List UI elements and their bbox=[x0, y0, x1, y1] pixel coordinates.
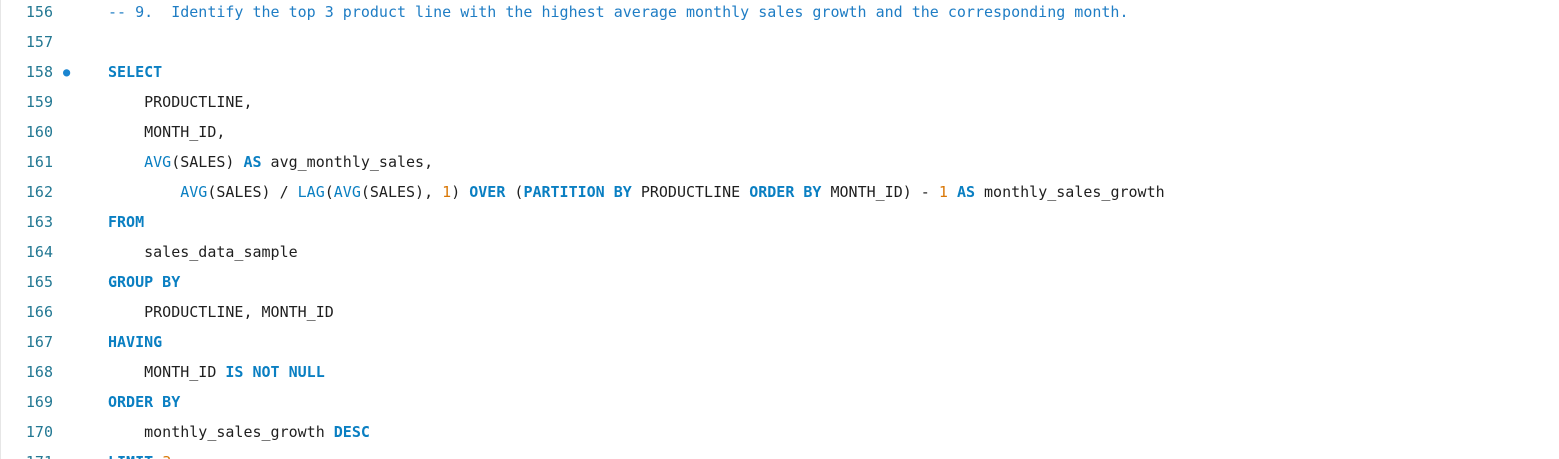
sql-text: PRODUCTLINE, bbox=[144, 93, 253, 111]
sql-text: PRODUCTLINE, MONTH_ID bbox=[144, 303, 334, 321]
sql-number: 3 bbox=[162, 453, 171, 459]
line-number: 159 bbox=[25, 93, 53, 111]
code-editor[interactable]: 156 -- 9. Identify the top 3 product line… bbox=[0, 0, 1559, 459]
line-code: LIMIT 3; bbox=[108, 447, 180, 459]
code-line[interactable]: 156 -- 9. Identify the top 3 product line… bbox=[1, 0, 1559, 27]
sql-keyword: ORDER BY bbox=[749, 183, 822, 201]
code-line[interactable]: 160 MONTH_ID, bbox=[1, 117, 1559, 147]
line-number: 171 bbox=[1, 447, 53, 459]
sql-keyword: IS NOT NULL bbox=[225, 363, 325, 381]
sql-keyword: SELECT bbox=[108, 63, 163, 81]
sql-keyword: DESC bbox=[333, 423, 370, 441]
sql-text: monthly_sales_growth bbox=[975, 183, 1165, 201]
line-code: FROM bbox=[108, 207, 144, 237]
code-line[interactable]: 164 sales_data_sample bbox=[1, 237, 1559, 267]
sql-number: 1 bbox=[442, 183, 452, 201]
sql-text: (SALES) bbox=[171, 153, 244, 171]
sql-text: ) bbox=[451, 183, 470, 201]
line-number: 162 bbox=[25, 183, 53, 201]
sql-text: ; bbox=[171, 453, 180, 459]
sql-text: monthly_sales_growth bbox=[144, 423, 334, 441]
line-code: SELECT bbox=[108, 57, 162, 87]
code-line[interactable]: 169 ORDER BY bbox=[1, 387, 1559, 417]
sql-function: AVG bbox=[144, 153, 172, 171]
sql-keyword: ORDER BY bbox=[108, 393, 181, 411]
line-number: 167 bbox=[25, 333, 53, 351]
line-code: PRODUCTLINE, MONTH_ID bbox=[108, 297, 334, 327]
line-number: 161 bbox=[25, 153, 53, 171]
sql-text: ( bbox=[505, 183, 524, 201]
code-line[interactable]: 170 monthly_sales_growth DESC bbox=[1, 417, 1559, 447]
sql-text: ( bbox=[324, 183, 334, 201]
run-marker-icon[interactable]: ● bbox=[63, 57, 70, 87]
code-line[interactable]: 171 LIMIT 3; bbox=[1, 447, 1559, 459]
sql-text: MONTH_ID bbox=[144, 363, 226, 381]
code-line[interactable]: 168 MONTH_ID IS NOT NULL bbox=[1, 357, 1559, 387]
sql-text: avg_monthly_sales, bbox=[261, 153, 434, 171]
sql-number: 1 bbox=[938, 183, 948, 201]
line-code: AVG(SALES) AS avg_monthly_sales, bbox=[108, 147, 433, 177]
line-code: PRODUCTLINE, bbox=[108, 87, 253, 117]
sql-function: LAG bbox=[297, 183, 325, 201]
line-number: 157 bbox=[25, 33, 53, 51]
line-number: 168 bbox=[25, 363, 53, 381]
code-line[interactable]: 158 ● SELECT bbox=[1, 57, 1559, 87]
line-number: 158 bbox=[25, 63, 53, 81]
code-line[interactable]: 163 FROM bbox=[1, 207, 1559, 237]
sql-keyword: OVER bbox=[469, 183, 506, 201]
sql-function: AVG bbox=[333, 183, 361, 201]
sql-text: (SALES), bbox=[360, 183, 443, 201]
code-line[interactable]: 157 bbox=[1, 27, 1559, 57]
sql-keyword: PARTITION BY bbox=[523, 183, 632, 201]
line-number: 164 bbox=[25, 243, 53, 261]
sql-text: sales_data_sample bbox=[144, 243, 298, 261]
sql-text: PRODUCTLINE bbox=[631, 183, 750, 201]
line-code: monthly_sales_growth DESC bbox=[108, 417, 370, 447]
code-line[interactable]: 162 AVG(SALES) / LAG(AVG(SALES), 1) OVER… bbox=[1, 177, 1559, 207]
line-code: GROUP BY bbox=[108, 267, 180, 297]
code-line[interactable]: 161 AVG(SALES) AS avg_monthly_sales, bbox=[1, 147, 1559, 177]
line-number: 156 bbox=[25, 3, 53, 21]
line-code: HAVING bbox=[108, 327, 162, 357]
line-number: 165 bbox=[25, 273, 53, 291]
line-code: AVG(SALES) / LAG(AVG(SALES), 1) OVER (PA… bbox=[108, 177, 1165, 207]
sql-keyword: AS bbox=[956, 183, 975, 201]
line-number: 163 bbox=[25, 213, 53, 231]
sql-text: MONTH_ID, bbox=[144, 123, 226, 141]
code-line[interactable]: 166 PRODUCTLINE, MONTH_ID bbox=[1, 297, 1559, 327]
sql-keyword: GROUP BY bbox=[108, 273, 181, 291]
line-code: -- 9. Identify the top 3 product line wi… bbox=[108, 0, 1128, 27]
sql-keyword: FROM bbox=[108, 213, 145, 231]
line-number: 170 bbox=[25, 423, 53, 441]
line-code: MONTH_ID, bbox=[108, 117, 225, 147]
line-number: 169 bbox=[25, 393, 53, 411]
sql-text: (SALES) / bbox=[207, 183, 298, 201]
line-code: ORDER BY bbox=[108, 387, 180, 417]
line-number: 160 bbox=[25, 123, 53, 141]
line-code: sales_data_sample bbox=[108, 237, 298, 267]
line-number: 166 bbox=[25, 303, 53, 321]
line-code: MONTH_ID IS NOT NULL bbox=[108, 357, 325, 387]
code-line[interactable]: 159 PRODUCTLINE, bbox=[1, 87, 1559, 117]
sql-text: MONTH_ID) - bbox=[821, 183, 939, 201]
sql-function: AVG bbox=[180, 183, 208, 201]
code-line[interactable]: 165 GROUP BY bbox=[1, 267, 1559, 297]
code-line[interactable]: 167 HAVING bbox=[1, 327, 1559, 357]
sql-keyword: AS bbox=[243, 153, 262, 171]
sql-keyword: LIMIT bbox=[108, 453, 153, 459]
sql-keyword: HAVING bbox=[108, 333, 163, 351]
sql-comment: -- 9. Identify the top 3 product line wi… bbox=[108, 3, 1129, 21]
